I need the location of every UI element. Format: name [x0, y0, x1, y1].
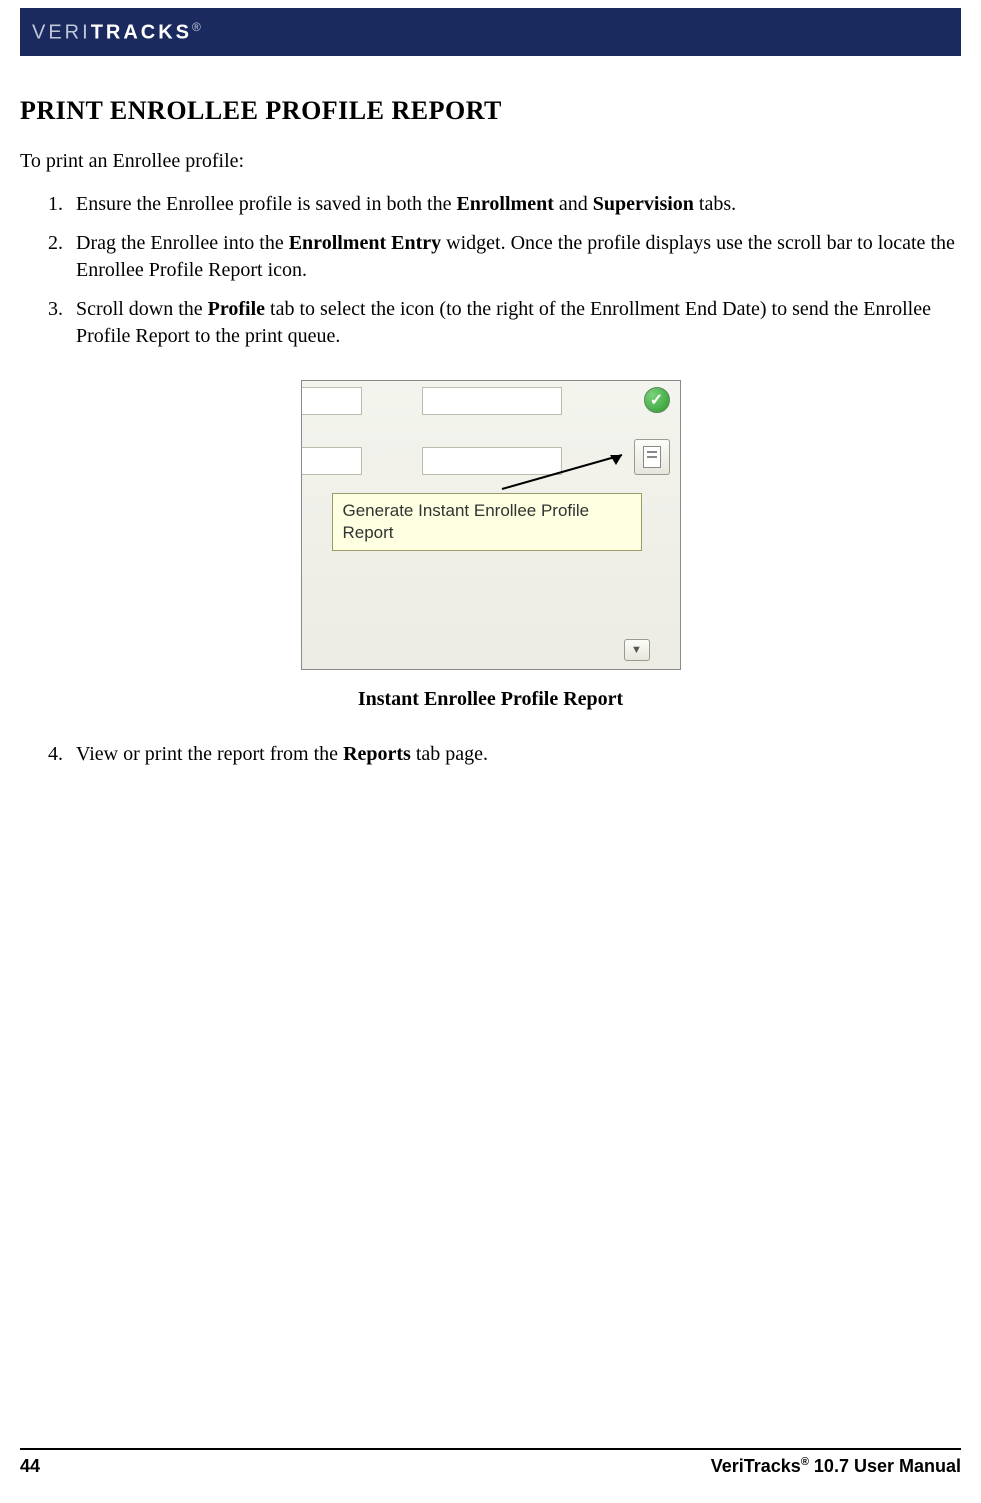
step-2: Drag the Enrollee into the Enrollment En…: [68, 230, 961, 284]
brand-suffix: TRACKS: [91, 21, 192, 43]
checkmark-icon[interactable]: ✓: [644, 387, 670, 413]
step-1: Ensure the Enrollee profile is saved in …: [68, 191, 961, 218]
figure-caption: Instant Enrollee Profile Report: [358, 688, 623, 711]
header-bar: VERITRACKS®: [20, 8, 961, 56]
report-icon: [643, 446, 661, 468]
field-row2-left[interactable]: [302, 447, 362, 475]
step-3: Scroll down the Profile tab to select th…: [68, 296, 961, 350]
steps-list: Ensure the Enrollee profile is saved in …: [68, 191, 961, 350]
dropdown-button[interactable]: ▼: [624, 639, 650, 661]
brand-prefix: VERI: [32, 21, 91, 43]
brand-logo: VERITRACKS®: [32, 20, 204, 45]
screenshot-figure: ✓ Generate Instant Enrollee Profile Repo…: [301, 380, 681, 670]
field-top-left[interactable]: [302, 387, 362, 415]
intro-text: To print an Enrollee profile:: [20, 150, 961, 173]
step-4: View or print the report from the Report…: [68, 741, 961, 768]
arrow-icon: [492, 451, 632, 491]
footer-product: VeriTracks® 10.7 User Manual: [711, 1456, 961, 1477]
page-footer: 44 VeriTracks® 10.7 User Manual: [20, 1448, 961, 1477]
generate-report-button[interactable]: [634, 439, 670, 475]
tooltip: Generate Instant Enrollee Profile Report: [332, 493, 642, 551]
chevron-down-icon: ▼: [631, 644, 642, 656]
steps-list-continued: View or print the report from the Report…: [68, 741, 961, 768]
figure-wrap: ✓ Generate Instant Enrollee Profile Repo…: [20, 380, 961, 711]
page-number: 44: [20, 1456, 40, 1477]
brand-reg: ®: [192, 20, 204, 34]
page-heading: PRINT ENROLLEE PROFILE REPORT: [20, 96, 961, 126]
field-top-mid[interactable]: [422, 387, 562, 415]
